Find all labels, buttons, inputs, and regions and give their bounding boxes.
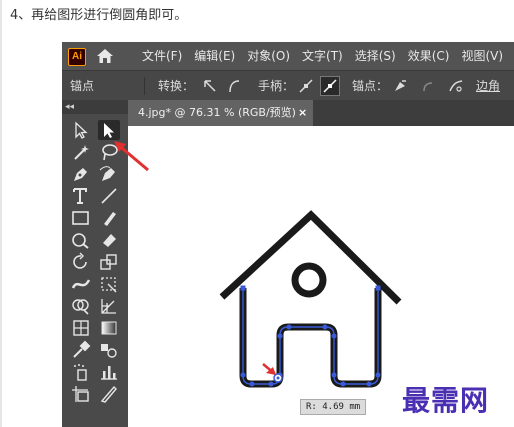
anchor-point (322, 324, 328, 330)
house-walls-path (239, 288, 382, 388)
anchor-point (240, 372, 246, 378)
anchor-point (240, 285, 246, 291)
step-caption: 4、再给图形进行倒圆角即可。 (10, 8, 188, 23)
anchor-point (340, 381, 346, 387)
anchor-point (375, 285, 381, 291)
anchor-point (268, 381, 274, 387)
anchor-point (375, 372, 381, 378)
anchor-point (286, 324, 292, 330)
anchor-point (331, 372, 337, 378)
anchor-point (277, 333, 283, 339)
roof-path (219, 210, 402, 305)
anchor-points (240, 285, 381, 387)
anchor-point (331, 333, 337, 339)
selected-path-outline (242, 288, 379, 385)
left-divider (0, 0, 2, 427)
house-artwork (114, 141, 402, 388)
window-circle (291, 262, 327, 298)
illustrator-screenshot: Ai 文件(F) 编辑(E) 对象(O) 文字(T) 选择(S) 效果(C) 视… (62, 42, 514, 427)
corner-radius-readout: R: 4.69 mm (300, 399, 367, 415)
watermark-text: 最需网 (402, 384, 490, 417)
anchor-point (249, 381, 255, 387)
anchor-point (366, 381, 372, 387)
